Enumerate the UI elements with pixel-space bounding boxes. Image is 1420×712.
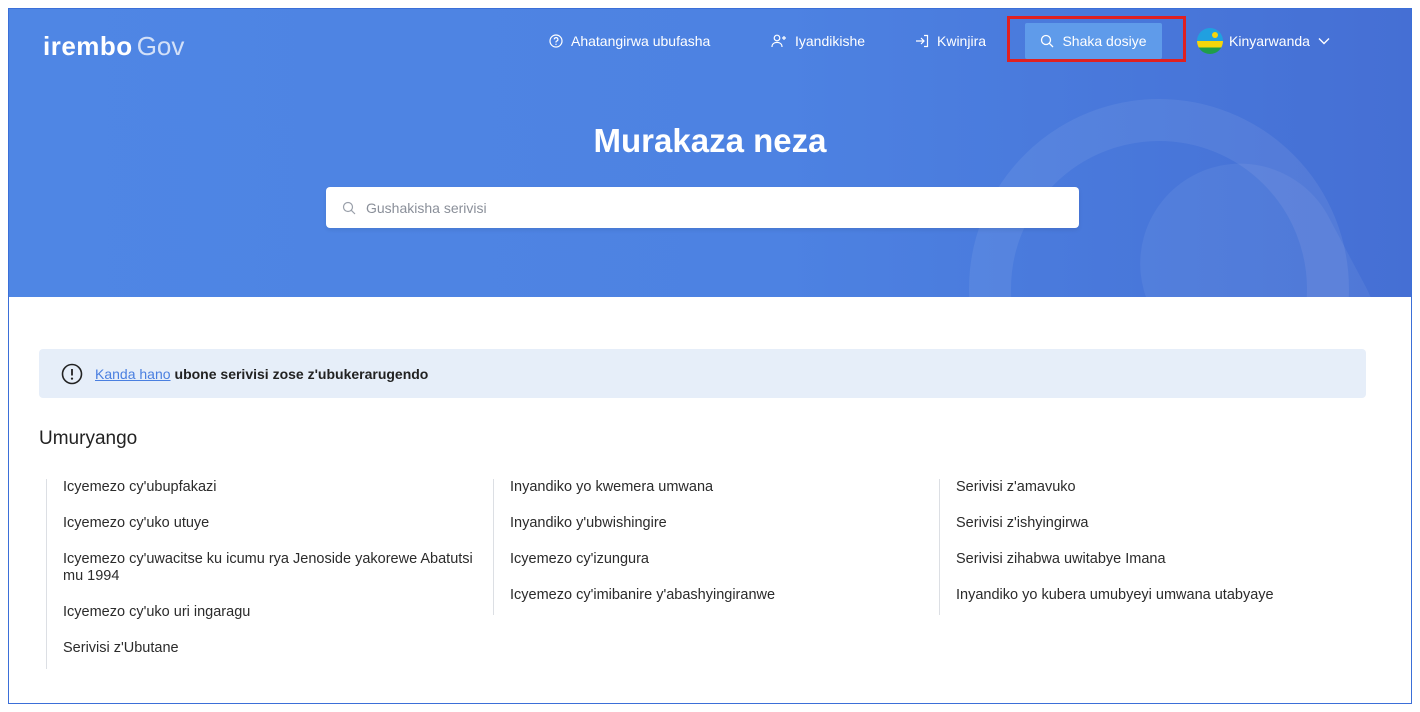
service-link[interactable]: Icyemezo cy'imibanire y'abashyingiranwe (510, 587, 923, 604)
service-link[interactable]: Icyemezo cy'uko utuye (63, 515, 486, 532)
category-title: Umuryango (39, 428, 138, 449)
service-link[interactable]: Inyandiko y'ubwishingire (510, 515, 923, 532)
service-link[interactable]: Icyemezo cy'uwacitse ku icumu rya Jenosi… (63, 551, 486, 585)
service-search-bar[interactable] (326, 187, 1079, 228)
service-link[interactable]: Serivisi z'ishyingirwa (956, 515, 1369, 532)
chevron-down-icon (1318, 37, 1330, 45)
nav-help-label: Ahatangirwa ubufasha (571, 33, 711, 49)
service-link[interactable]: Serivisi z'Ubutane (63, 640, 486, 657)
search-icon (1040, 34, 1054, 48)
service-link[interactable]: Inyandiko yo kwemera umwana (510, 479, 923, 496)
login-arrow-icon (915, 34, 929, 48)
service-link[interactable]: Inyandiko yo kubera umubyeyi umwana utab… (956, 587, 1369, 604)
page-frame: irembo Gov Ahatangirwa ubufasha Iyandikis… (8, 8, 1412, 704)
service-link[interactable]: Icyemezo cy'ubupfakazi (63, 479, 486, 496)
hero-banner: irembo Gov Ahatangirwa ubufasha Iyandikis… (9, 9, 1411, 297)
service-link[interactable]: Icyemezo cy'izungura (510, 551, 923, 568)
service-link[interactable]: Serivisi zihabwa uwitabye Imana (956, 551, 1369, 568)
service-column: Inyandiko yo kwemera umwana Inyandiko y'… (493, 479, 923, 615)
track-application-label: Shaka dosiye (1062, 33, 1147, 49)
rwanda-flag-icon (1197, 28, 1223, 54)
track-application-button[interactable]: Shaka dosiye (1025, 23, 1162, 59)
service-link[interactable]: Icyemezo cy'uko uri ingaragu (63, 604, 486, 621)
service-link[interactable]: Serivisi z'amavuko (956, 479, 1369, 496)
nav-help-link[interactable]: Ahatangirwa ubufasha (549, 23, 710, 59)
service-search-input[interactable] (366, 199, 1046, 216)
user-plus-icon (771, 34, 787, 48)
search-icon (342, 201, 356, 215)
nav-register-link[interactable]: Iyandikishe (771, 23, 865, 59)
alert-circle-icon (61, 363, 83, 385)
nav-register-label: Iyandikishe (795, 33, 866, 49)
service-column: Serivisi z'amavuko Serivisi z'ishyingirw… (939, 479, 1369, 615)
nav-login-label: Kwinjira (937, 33, 987, 49)
page-title: Murakaza neza (593, 122, 827, 159)
info-banner-text: ubone serivisi zose z'ubukerarugendo (174, 365, 429, 382)
tourism-services-link[interactable]: Kanda hano (95, 366, 171, 382)
language-selector[interactable]: Kinyarwanda (1197, 23, 1330, 59)
help-circle-icon (549, 34, 563, 48)
info-banner: Kanda hano ubone serivisi zose z'ubukera… (39, 349, 1366, 398)
service-column: Icyemezo cy'ubupfakazi Icyemezo cy'uko u… (46, 479, 486, 669)
top-nav: Ahatangirwa ubufasha Iyandikishe Kwinjir… (9, 23, 1411, 59)
language-label: Kinyarwanda (1229, 33, 1310, 49)
nav-login-link[interactable]: Kwinjira (915, 23, 986, 59)
